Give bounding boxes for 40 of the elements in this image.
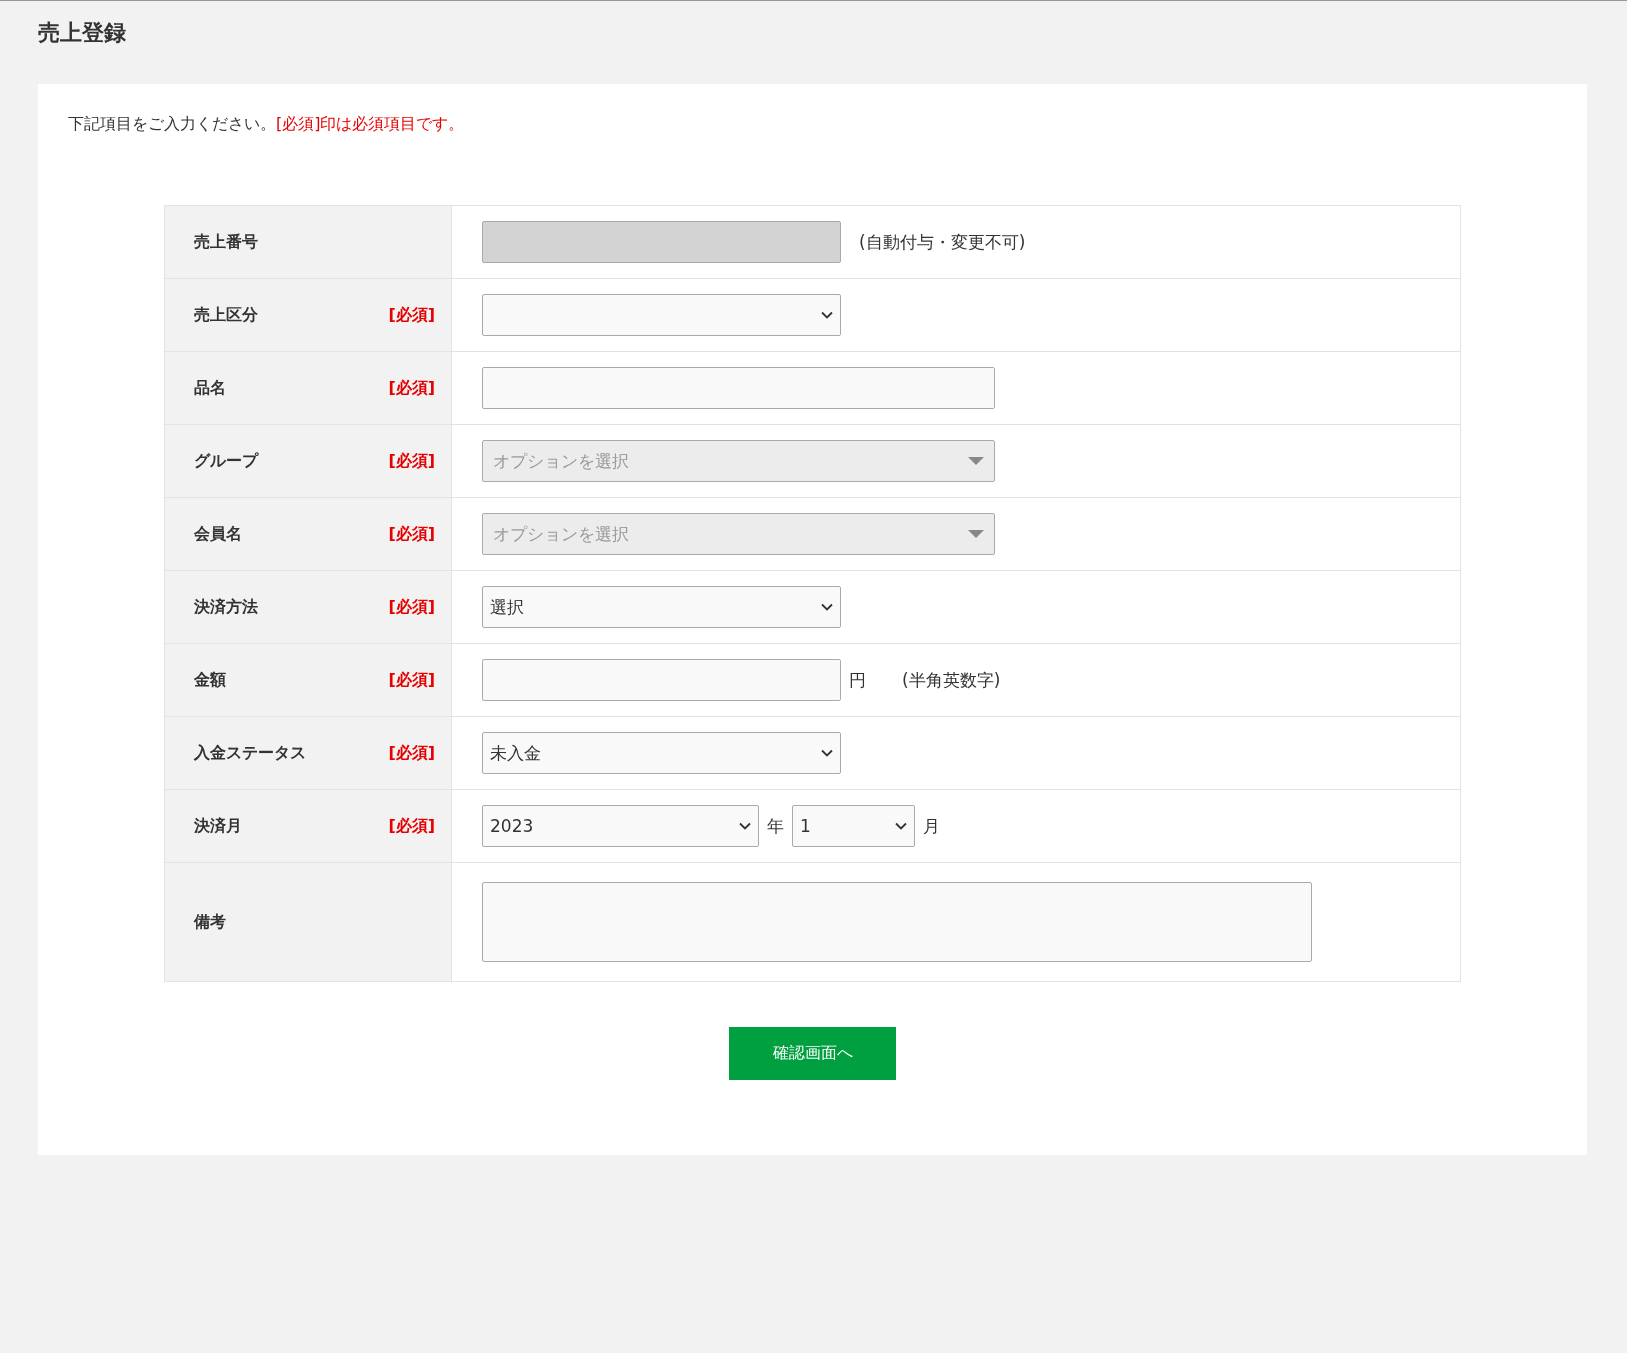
field-note: (半角英数字)	[902, 668, 1001, 692]
field-label: 金額	[194, 669, 226, 691]
required-mark: [必須]	[388, 523, 435, 545]
required-mark: [必須]	[388, 669, 435, 691]
required-mark: [必須]	[388, 450, 435, 472]
triangle-down-icon	[968, 457, 984, 465]
text-field[interactable]	[482, 367, 995, 409]
chevron-down-icon	[895, 822, 907, 830]
required-mark: [必須]	[388, 815, 435, 837]
field-label: 売上番号	[194, 231, 258, 253]
field-label: 品名	[194, 377, 226, 399]
chevron-down-icon	[821, 311, 833, 319]
year-dropdown[interactable]: 2023	[482, 805, 759, 847]
notes-textarea[interactable]	[482, 882, 1312, 962]
field-label: 売上区分	[194, 304, 258, 326]
required-mark: [必須]	[388, 377, 435, 399]
unit-label: 月	[923, 814, 940, 838]
month-dropdown[interactable]: 1	[792, 805, 915, 847]
field-label: 会員名	[194, 523, 242, 545]
select-dropdown[interactable]	[482, 294, 841, 336]
field-note: (自動付与・変更不可)	[859, 230, 1026, 254]
select-dropdown[interactable]: 未入金	[482, 732, 841, 774]
select-dropdown[interactable]: 選択	[482, 586, 841, 628]
unit-label: 年	[767, 814, 784, 838]
field-label: 決済方法	[194, 596, 258, 618]
page-title: 売上登録	[38, 19, 127, 47]
chevron-down-icon	[821, 749, 833, 757]
chevron-down-icon	[821, 603, 833, 611]
field-label: 決済月	[194, 815, 242, 837]
chevron-down-icon	[739, 822, 751, 830]
field-label: 入金ステータス	[194, 742, 306, 764]
triangle-down-icon	[968, 530, 984, 538]
field-label: 備考	[194, 911, 226, 933]
amount-field[interactable]	[482, 659, 841, 701]
required-mark: [必須]	[388, 742, 435, 764]
unit-label: 円	[849, 668, 866, 692]
required-mark: [必須]	[388, 596, 435, 618]
instruction-text: 下記項目をご入力ください。[必須]印は必須項目です。	[68, 114, 466, 135]
field-label: グループ	[194, 450, 258, 472]
required-mark: [必須]	[388, 304, 435, 326]
